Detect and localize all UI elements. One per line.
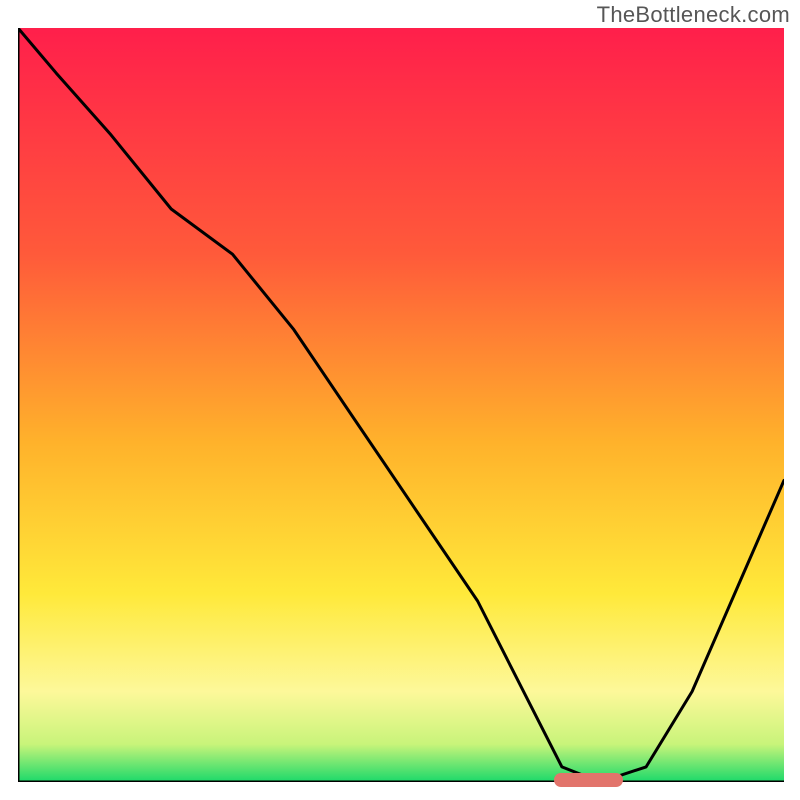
gradient-bg bbox=[18, 28, 784, 782]
watermark-text: TheBottleneck.com bbox=[597, 2, 790, 28]
optimal-zone-marker bbox=[554, 773, 623, 787]
plot-area bbox=[18, 28, 784, 782]
chart-svg bbox=[18, 28, 784, 782]
chart-frame: TheBottleneck.com bbox=[0, 0, 800, 800]
